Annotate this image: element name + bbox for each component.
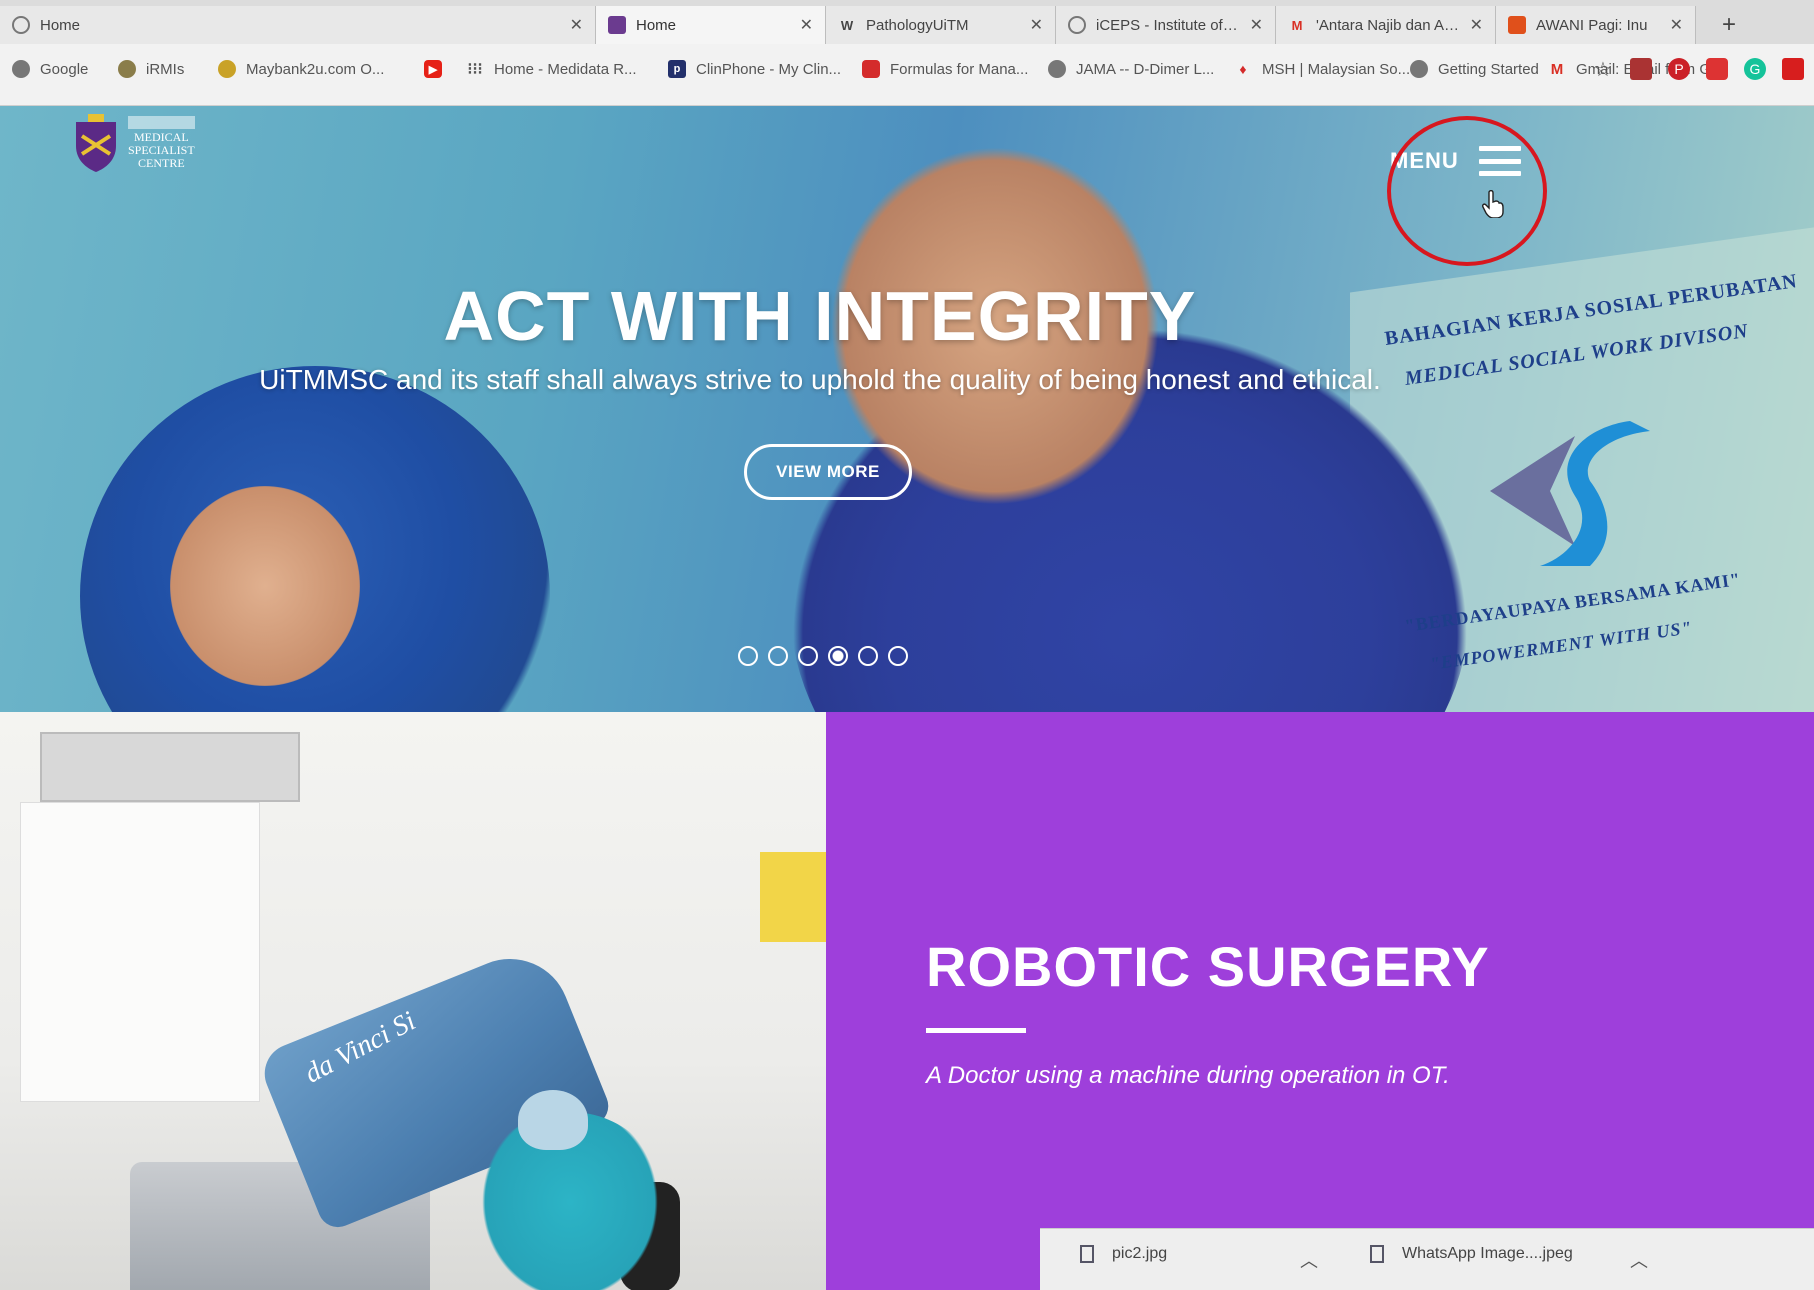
gmail-icon: M <box>1291 17 1303 33</box>
slider-dot[interactable] <box>858 646 878 666</box>
bookmark-maybank[interactable]: Maybank2u.com O... <box>218 60 384 78</box>
site-logo[interactable]: MEDICAL SPECIALIST CENTRE <box>72 114 195 172</box>
image-file-icon <box>1080 1245 1094 1263</box>
star-icon[interactable]: ☆ <box>1592 58 1614 81</box>
chevron-up-icon[interactable]: ︿ <box>1630 1247 1648 1273</box>
logo-text: MEDICAL SPECIALIST CENTRE <box>128 116 195 170</box>
w-favicon-icon: W <box>840 17 854 33</box>
apps-grid-icon: ⁝⁝⁝ <box>467 61 483 78</box>
bookmarks-bar: Google iRMIs Maybank2u.com O... ▶ ⁝⁝⁝ Ho… <box>0 44 1814 106</box>
bookmark-medidata[interactable]: ⁝⁝⁝ Home - Medidata R... <box>466 60 636 79</box>
tab-pathology[interactable]: W PathologyUiTM ✕ <box>826 6 1056 44</box>
tab-awani[interactable]: AWANI Pagi: Inu ✕ <box>1496 6 1696 44</box>
bookmark-jama[interactable]: JAMA -- D-Dimer L... <box>1048 60 1214 78</box>
formulas-icon <box>862 60 880 78</box>
clinphone-icon: p <box>668 60 686 78</box>
tab-gmail[interactable]: M 'Antara Najib dan Anw ✕ <box>1276 6 1496 44</box>
download-item[interactable]: WhatsApp Image....jpeg <box>1370 1245 1573 1263</box>
sticky-note <box>760 852 826 942</box>
download-item[interactable]: pic2.jpg <box>1080 1245 1167 1263</box>
close-icon[interactable]: ✕ <box>1670 15 1683 35</box>
tab-home-active[interactable]: Home ✕ <box>596 6 826 44</box>
tab-iceps[interactable]: iCEPS - Institute of Cor ✕ <box>1056 6 1276 44</box>
surgical-lamp <box>40 732 300 802</box>
slider-pagination <box>738 646 908 666</box>
hero-subtitle: UiTMMSC and its staff shall always striv… <box>259 364 1381 395</box>
hand-cursor-icon <box>1482 190 1504 218</box>
slider-dot[interactable] <box>888 646 908 666</box>
msh-icon: ♦ <box>1239 61 1247 77</box>
slider-dot[interactable] <box>738 646 758 666</box>
tab-home-previous[interactable]: Home ✕ <box>0 6 596 44</box>
logo-banner <box>128 116 195 129</box>
browser-extension-icons: ☆ P G <box>1592 58 1804 81</box>
grammarly-icon[interactable]: G <box>1744 58 1766 80</box>
close-icon[interactable]: ✕ <box>800 15 813 35</box>
globe-icon <box>1048 60 1066 78</box>
slider-dot[interactable] <box>798 646 818 666</box>
awani-favicon-icon <box>1508 16 1526 34</box>
hero-title: ACT WITH INTEGRITY <box>443 277 1197 355</box>
video-extension-icon[interactable] <box>1706 58 1728 80</box>
bookmark-irmis[interactable]: iRMIs <box>118 60 184 78</box>
bookmark-clinphone[interactable]: p ClinPhone - My Clin... <box>668 60 841 78</box>
uitm-crest-icon <box>76 114 116 172</box>
gmail-icon: M <box>1550 60 1564 78</box>
image-file-icon <box>1370 1245 1384 1263</box>
feature-panel: ROBOTIC SURGERY A Doctor using a machine… <box>826 712 1814 1290</box>
chevron-up-icon[interactable]: ︿ <box>1300 1247 1318 1273</box>
close-icon[interactable]: ✕ <box>1030 15 1043 35</box>
hero-slider: BAHAGIAN KERJA SOSIAL PERUBATAN MEDICAL … <box>0 106 1814 712</box>
uitm-favicon-icon <box>608 16 626 34</box>
robotic-surgery-photo: da Vinci Si <box>0 712 826 1290</box>
medical-social-work-logo-icon <box>1490 421 1650 566</box>
new-tab-button[interactable]: + <box>1716 12 1742 38</box>
pinterest-icon[interactable]: P <box>1668 58 1690 80</box>
close-icon[interactable]: ✕ <box>570 15 583 35</box>
mendeley-icon[interactable] <box>1782 58 1804 80</box>
youtube-icon: ▶ <box>424 60 442 78</box>
slider-dot[interactable] <box>768 646 788 666</box>
highlight-circle <box>1387 116 1547 266</box>
feature-caption: A Doctor using a machine during operatio… <box>926 1062 1450 1089</box>
irmis-icon <box>118 60 136 78</box>
title-underline <box>926 1028 1026 1033</box>
whiteboard <box>20 802 260 1102</box>
globe-icon <box>12 60 30 78</box>
bookmark-getting-started[interactable]: Getting Started <box>1410 60 1539 78</box>
globe-icon <box>12 16 30 34</box>
surgeon-cap <box>518 1090 588 1150</box>
feature-title: ROBOTIC SURGERY <box>926 935 1490 998</box>
globe-icon <box>1068 16 1086 34</box>
close-icon[interactable]: ✕ <box>1250 15 1263 35</box>
maybank-icon <box>218 60 236 78</box>
bookmark-formulas[interactable]: Formulas for Mana... <box>862 60 1028 78</box>
globe-icon <box>1410 60 1428 78</box>
view-more-button[interactable]: VIEW MORE <box>744 444 912 500</box>
download-shelf: pic2.jpg ︿ WhatsApp Image....jpeg ︿ <box>1040 1228 1814 1290</box>
pdf-extension-icon[interactable] <box>1630 58 1652 80</box>
web-page: BAHAGIAN KERJA SOSIAL PERUBATAN MEDICAL … <box>0 106 1814 1290</box>
slider-dot[interactable] <box>828 646 848 666</box>
browser-tab-strip: Home ✕ Home ✕ W PathologyUiTM ✕ iCEPS - … <box>0 0 1814 44</box>
bookmark-msh[interactable]: ♦ MSH | Malaysian So... <box>1234 60 1410 78</box>
close-icon[interactable]: ✕ <box>1470 15 1483 35</box>
hero-photo-nurse-face <box>170 486 360 686</box>
bookmark-google[interactable]: Google <box>12 60 88 78</box>
bookmark-youtube[interactable]: ▶ <box>424 60 452 78</box>
